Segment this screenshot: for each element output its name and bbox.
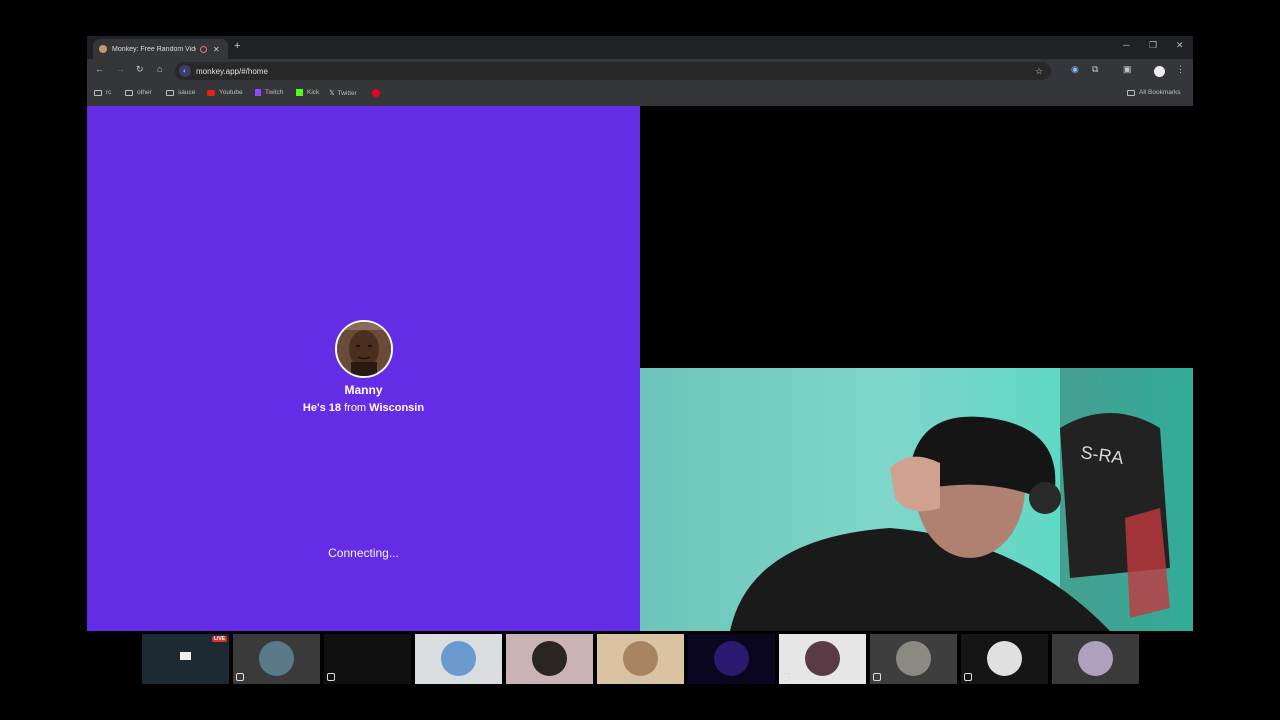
minimize-button[interactable]: ─ (1123, 40, 1129, 50)
bookmark-sauce[interactable]: sauce (166, 89, 195, 96)
back-button[interactable]: ← (95, 64, 104, 74)
pin-icon (873, 673, 881, 681)
bookmark-rc[interactable]: rc (94, 89, 111, 96)
star-bookmark-icon[interactable]: ☆ (1035, 66, 1043, 77)
bookmark-twitch[interactable]: Twitch (255, 89, 283, 96)
extensions-icon[interactable]: ⧉ (1092, 64, 1098, 75)
sound-icon[interactable]: ◉ (1071, 64, 1079, 75)
live-badge: LIVE (211, 636, 227, 642)
twitch-icon (255, 89, 261, 96)
pin-icon (782, 673, 790, 681)
thumbnail-6[interactable] (597, 634, 684, 684)
menu-icon[interactable]: ⋮ (1176, 64, 1185, 75)
bookmark-kick[interactable]: Kick (296, 89, 319, 96)
match-name: Manny (344, 383, 383, 397)
address-bar[interactable]: ◐ monkey.app/#/home ☆ (175, 62, 1051, 80)
x-icon: 𝕏 (329, 90, 335, 97)
folder-icon (94, 89, 102, 96)
bookmark-pinterest[interactable] (372, 89, 384, 97)
tab-monkey[interactable]: Monkey: Free Random Vide ✕ (93, 39, 228, 59)
url-text: monkey.app/#/home (196, 66, 268, 76)
thumbnail-5[interactable] (506, 634, 593, 684)
side-panel-icon[interactable]: ▣ (1123, 64, 1132, 75)
folder-icon (125, 89, 133, 96)
thumbnail-9[interactable] (870, 634, 957, 684)
site-info-icon[interactable]: ◐ (179, 65, 191, 77)
bookmark-other[interactable]: other (125, 89, 152, 96)
forward-button[interactable]: → (116, 64, 125, 74)
browser-window: Monkey: Free Random Vide ✕ + ─ ❐ ✕ ← → ↻… (87, 36, 1193, 631)
thumbnail-1[interactable]: LIVE (142, 634, 229, 684)
tab-title: Monkey: Free Random Vide (112, 45, 196, 53)
youtube-icon (207, 89, 215, 96)
folder-icon (1127, 89, 1135, 96)
tab-close-icon[interactable]: ✕ (213, 45, 220, 54)
restore-button[interactable]: ❐ (1149, 40, 1157, 51)
thumbnail-7[interactable] (688, 634, 775, 684)
monkey-favicon-icon (99, 45, 107, 53)
match-pane: Manny He's 18 from Wisconsin Connecting.… (87, 106, 640, 631)
profile-avatar-icon[interactable] (1154, 66, 1165, 77)
webcam-feed: S-RA (640, 368, 1193, 631)
bookmark-youtube[interactable]: Youtube (207, 89, 243, 96)
thumbnail-10[interactable] (961, 634, 1048, 684)
remote-video-area (640, 106, 1193, 368)
pin-icon (964, 673, 972, 681)
connecting-status: Connecting... (328, 546, 399, 560)
pinterest-icon (372, 89, 380, 97)
folder-icon (166, 89, 174, 96)
recording-icon (200, 45, 207, 53)
thumbnail-3[interactable] (324, 634, 411, 684)
monkey-page: Manny He's 18 from Wisconsin Connecting.… (87, 106, 1193, 631)
pin-icon (236, 673, 244, 681)
thumbnail-8[interactable] (779, 634, 866, 684)
screen-icon (180, 652, 191, 660)
pin-icon (327, 673, 335, 681)
kick-icon (296, 89, 303, 96)
window-close-button[interactable]: ✕ (1176, 40, 1184, 51)
match-info: He's 18 from Wisconsin (302, 402, 425, 414)
home-button[interactable]: ⌂ (157, 64, 162, 74)
new-tab-button[interactable]: + (234, 40, 240, 52)
toolbar: ← → ↻ ⌂ ◐ monkey.app/#/home ☆ ◉ ⧉ ▣ ⋮ (87, 59, 1193, 83)
thumbnail-11[interactable] (1052, 634, 1139, 684)
bookmark-twitter[interactable]: 𝕏 Twitter (329, 89, 357, 98)
bookmarks-bar: rc other sauce Youtube Twitch Kick 𝕏 Twi… (87, 83, 1193, 107)
thumbnail-2[interactable] (233, 634, 320, 684)
tab-bar: Monkey: Free Random Vide ✕ + ─ ❐ ✕ (87, 36, 1193, 59)
all-bookmarks[interactable]: All Bookmarks (1127, 89, 1181, 96)
reload-button[interactable]: ↻ (136, 64, 144, 75)
match-avatar (335, 320, 393, 378)
thumbnail-4[interactable] (415, 634, 502, 684)
